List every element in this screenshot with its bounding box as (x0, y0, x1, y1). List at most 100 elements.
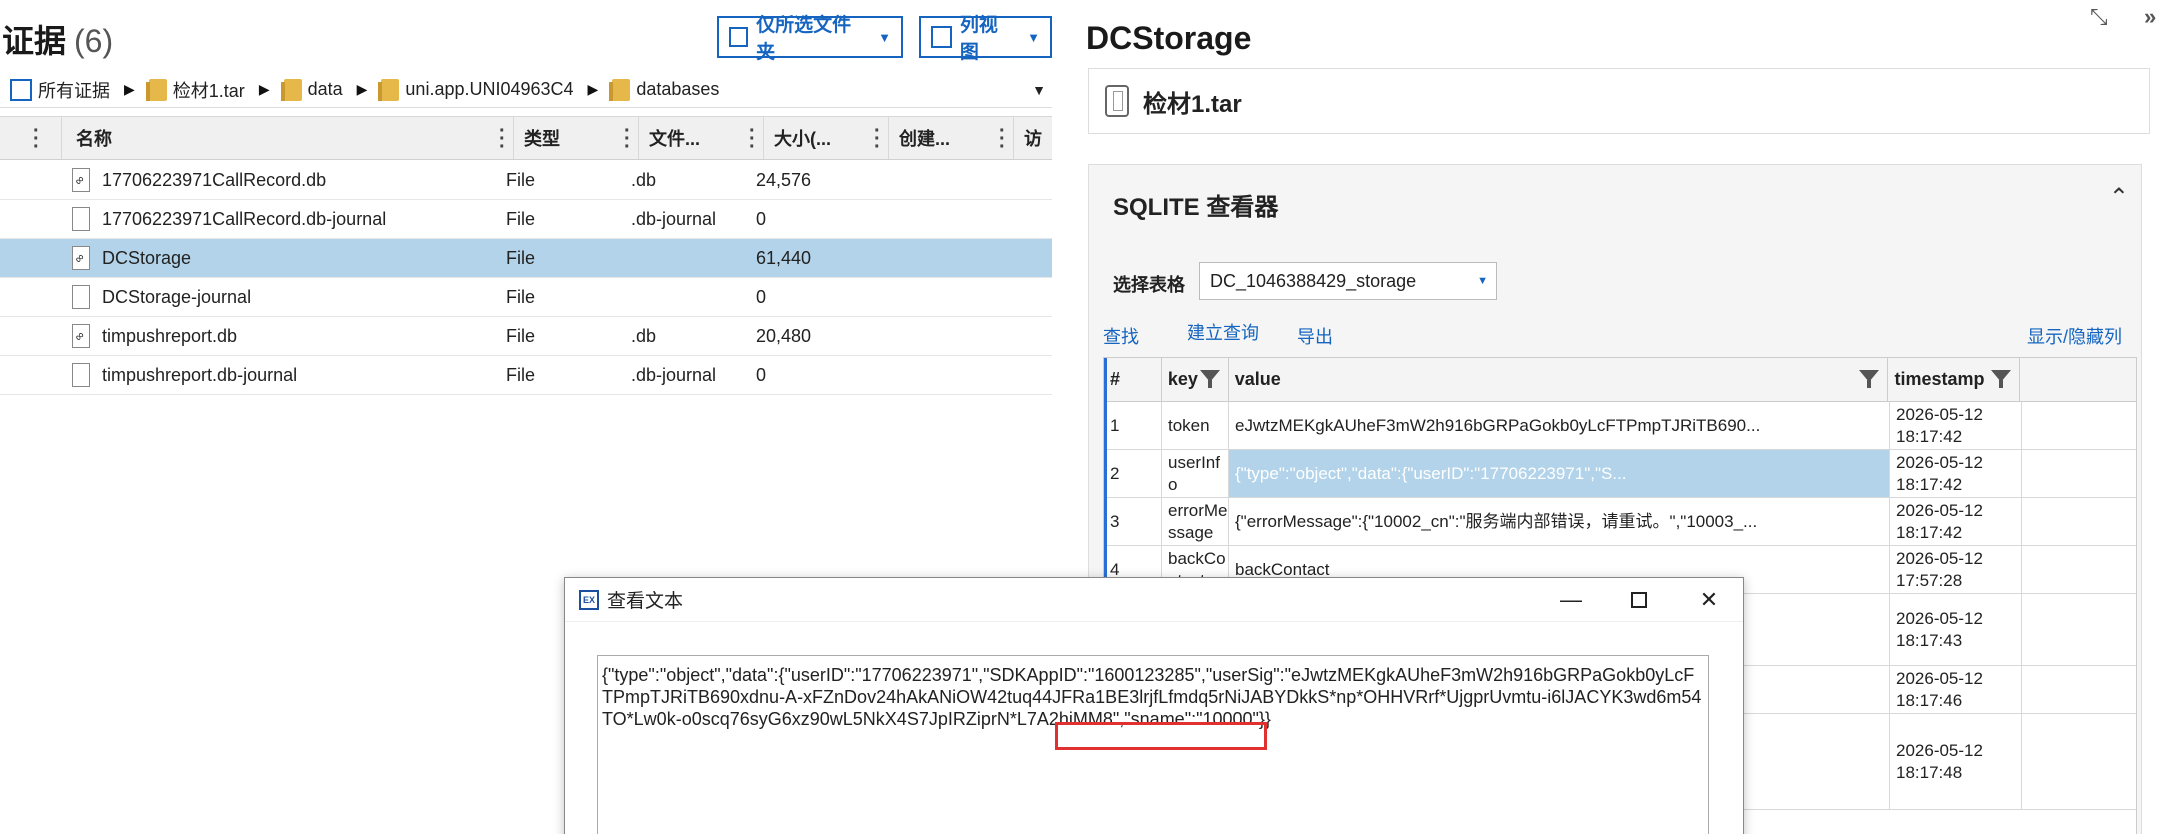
chevron-down-icon: ▼ (1477, 275, 1488, 287)
table-row[interactable]: 17706223971CallRecord.db-journal File .d… (0, 200, 1052, 239)
show-hide-columns-link[interactable]: 显示/隐藏列 (2027, 323, 2122, 349)
minimize-button[interactable]: — (1541, 578, 1601, 622)
filter-icon[interactable] (1991, 370, 2012, 388)
row-timestamp: 2026-05-12 17:57:28 (1890, 546, 2022, 593)
column-options-handle[interactable]: · · · (0, 117, 62, 159)
table-row[interactable]: DCStorage-journal File 0 (0, 278, 1052, 317)
table-row-selected[interactable]: DCStorage File 61,440 (0, 239, 1052, 278)
breadcrumb-arrow-icon: ▶ (356, 81, 368, 97)
row-index: 2 (1104, 450, 1162, 497)
table-row[interactable]: timpushreport.db-journal File .db-journa… (0, 356, 1052, 395)
dialog-text-area[interactable]: {"type":"object","data":{"userID":"17706… (597, 655, 1709, 834)
file-size: 20,480 (756, 325, 812, 346)
more-vert-icon[interactable]: · · · (999, 121, 1006, 157)
column-header-size[interactable]: 大小(... · · · (764, 117, 889, 159)
restore-icon[interactable]: ⤡ (2090, 4, 2108, 30)
column-header-key[interactable]: key (1162, 358, 1229, 401)
column-header-empty (2020, 358, 2136, 401)
table-row[interactable]: timpushreport.db File .db 20,480 (0, 317, 1052, 356)
column-header-timestamp[interactable]: timestamp (1888, 358, 2021, 401)
column-header-label: key (1167, 369, 1198, 389)
breadcrumb-item-tar[interactable]: 检材1.tar (145, 77, 245, 103)
file-name: timpushreport.db-journal (102, 364, 298, 385)
column-header-label: # (1110, 369, 1121, 389)
file-size: 0 (756, 364, 767, 385)
file-type: File (506, 364, 536, 385)
column-view-label: 列视图 (959, 15, 998, 63)
column-header-label: value (1234, 369, 1281, 389)
close-button[interactable]: ✕ (1679, 578, 1739, 622)
column-header-label: timestamp (1894, 369, 1985, 389)
row-value: {"errorMessage":{"10002_cn":"服务端内部错误，请重试… (1229, 498, 1890, 545)
filter-icon[interactable] (1199, 370, 1220, 388)
selected-folder-only-label: 仅所选文件夹 (756, 15, 852, 63)
column-header-value[interactable]: value (1229, 358, 1889, 401)
file-name: DCStorage (102, 247, 192, 268)
breadcrumb-item-databases[interactable]: databases (609, 78, 720, 101)
column-header-label: 名称 (76, 129, 112, 149)
sqlite-table-header: # key value timestamp (1104, 358, 2136, 402)
column-header-created[interactable]: 创建... · · · (889, 117, 1014, 159)
collapse-right-icon[interactable]: » (2144, 4, 2156, 30)
file-size: 0 (756, 286, 767, 307)
table-row[interactable]: 1 token eJwtzMEKgkAUheF3mW2h916bGRPaGokb… (1104, 402, 2136, 450)
file-size: 61,440 (756, 247, 812, 268)
more-vert-icon[interactable]: · · · (499, 121, 506, 157)
dialog-text-highlight: ","sname":"10000"}} (1112, 709, 1271, 729)
column-header-name[interactable]: 名称 · · · (62, 117, 514, 159)
file-ext: .db-journal (631, 364, 717, 385)
column-header-index[interactable]: # (1104, 358, 1162, 401)
file-icon (72, 207, 90, 231)
find-link[interactable]: 查找 (1103, 323, 1139, 349)
device-icon (1105, 85, 1129, 117)
breadcrumb-label: 检材1.tar (172, 80, 245, 101)
file-type: File (506, 208, 536, 229)
file-name: 17706223971CallRecord.db-journal (102, 208, 387, 229)
hierarchy-icon (10, 78, 32, 101)
breadcrumb-item-all-evidence[interactable]: 所有证据 (0, 77, 110, 103)
db-file-icon (72, 324, 90, 348)
file-ext: .db (631, 169, 657, 190)
column-header-type[interactable]: 类型 · · · (514, 117, 639, 159)
row-timestamp: 2026-05-12 18:17:46 (1890, 666, 2022, 713)
selected-folder-only-button[interactable]: 仅所选文件夹 ▼ (717, 15, 903, 63)
row-key: token (1162, 402, 1229, 449)
column-header-label: 大小(... (774, 129, 831, 149)
table-select-label: 选择表格 (1113, 275, 1185, 295)
table-row[interactable]: 17706223971CallRecord.db File .db 24,576 (0, 161, 1052, 200)
row-index: 1 (1104, 402, 1162, 449)
maximize-button[interactable] (1609, 578, 1669, 622)
table-row[interactable]: 3 errorMessage {"errorMessage":{"10002_c… (1104, 498, 2136, 546)
more-vert-icon[interactable]: · · · (874, 121, 881, 157)
maximize-icon (1631, 592, 1647, 608)
more-vert-icon[interactable]: · · · (749, 121, 756, 157)
breadcrumb-menu-icon[interactable]: ▼ (1032, 82, 1046, 98)
table-row-selected[interactable]: 2 userInfo {"type":"object","data":{"use… (1104, 450, 2136, 498)
column-header-label: 文件... (649, 129, 701, 149)
file-ext (621, 278, 746, 316)
filter-icon[interactable] (1859, 370, 1880, 388)
file-grid-body: 17706223971CallRecord.db File .db 24,576… (0, 161, 1052, 395)
close-icon: ✕ (1699, 587, 1719, 612)
breadcrumb-arrow-icon: ▶ (258, 81, 270, 97)
breadcrumb-label: databases (636, 79, 720, 99)
column-header-accessed[interactable]: 访 (1014, 117, 1052, 159)
file-type: File (506, 169, 536, 190)
folder-tree-icon (729, 27, 749, 47)
folder-icon (609, 78, 631, 101)
column-header-ext[interactable]: 文件... · · · (639, 117, 764, 159)
breadcrumb: 所有证据 ▶ 检材1.tar ▶ data ▶ uni.app.UNI04963… (0, 72, 1052, 108)
row-value: eJwtzMEKgkAUheF3mW2h916bGRPaGokb0yLcFTPm… (1229, 402, 1890, 449)
build-query-link[interactable]: 建立查询 (1187, 319, 1259, 345)
row-timestamp: 2026-05-12 18:17:42 (1890, 498, 2022, 545)
more-vert-icon: · · · (33, 120, 40, 158)
breadcrumb-item-data[interactable]: data (280, 78, 343, 101)
folder-icon (280, 78, 302, 101)
column-view-button[interactable]: 列视图 ▼ (919, 15, 1052, 63)
collapse-up-icon[interactable]: ⌃ (2109, 183, 2129, 212)
more-vert-icon[interactable]: · · · (624, 121, 631, 157)
table-select[interactable]: DC_1046388429_storage ▼ (1199, 262, 1497, 300)
export-link[interactable]: 导出 (1297, 323, 1333, 349)
breadcrumb-item-app[interactable]: uni.app.UNI04963C4 (378, 78, 574, 101)
row-timestamp: 2026-05-12 18:17:42 (1890, 402, 2022, 449)
